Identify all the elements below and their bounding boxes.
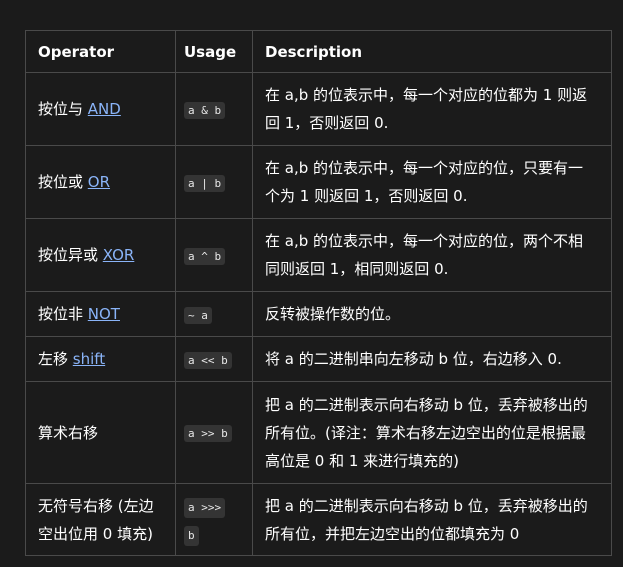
- usage-cell: a & b: [175, 72, 253, 146]
- description-cell: 反转被操作数的位。: [252, 291, 612, 337]
- usage-cell: a >> b: [175, 381, 253, 484]
- operator-name: 左移: [38, 350, 73, 368]
- description-cell: 在 a,b 的位表示中，每一个对应的位，只要有一个为 1 则返回 1，否则返回 …: [252, 145, 612, 219]
- operator-cell: 按位与 AND: [25, 72, 176, 146]
- description-cell: 在 a,b 的位表示中，每一个对应的位，两个不相同则返回 1，相同则返回 0.: [252, 218, 612, 292]
- operators-table-container: Operator Usage Description 按位与 AND a & b…: [25, 30, 612, 556]
- operator-name: 按位与: [38, 100, 88, 118]
- description-cell: 在 a,b 的位表示中，每一个对应的位都为 1 则返回 1，否则返回 0.: [252, 72, 612, 146]
- table-row: 按位与 AND a & b 在 a,b 的位表示中，每一个对应的位都为 1 则返…: [25, 72, 612, 146]
- operator-cell: 算术右移: [25, 381, 176, 484]
- usage-code-line2: b: [184, 525, 199, 546]
- usage-code: a ^ b: [184, 247, 226, 265]
- operator-link-and[interactable]: AND: [88, 100, 121, 118]
- table-row: 按位异或 XOR a ^ b 在 a,b 的位表示中，每一个对应的位，两个不相同…: [25, 218, 612, 292]
- table-row: 左移 shift a << b 将 a 的二进制串向左移动 b 位，右边移入 0…: [25, 336, 612, 382]
- operator-link-shift[interactable]: shift: [73, 350, 105, 368]
- usage-cell: a | b: [175, 145, 253, 219]
- usage-code: a & b: [184, 101, 226, 119]
- usage-code: a | b: [184, 174, 226, 192]
- header-usage: Usage: [175, 30, 253, 73]
- operator-link-not[interactable]: NOT: [88, 305, 120, 323]
- table-row: 无符号右移 (左边空出位用 0 填充) a >>> b 把 a 的二进制表示向右…: [25, 483, 612, 556]
- operator-link-or[interactable]: OR: [88, 173, 110, 191]
- usage-cell: a << b: [175, 336, 253, 382]
- operator-name: 按位异或: [38, 246, 103, 264]
- operator-cell: 无符号右移 (左边空出位用 0 填充): [25, 483, 176, 556]
- operator-name: 按位非: [38, 305, 88, 323]
- description-cell: 把 a 的二进制表示向右移动 b 位，丢弃被移出的所有位。(译注：算术右移左边空…: [252, 381, 612, 484]
- operator-cell: 按位异或 XOR: [25, 218, 176, 292]
- operator-cell: 按位非 NOT: [25, 291, 176, 337]
- operator-cell: 左移 shift: [25, 336, 176, 382]
- usage-code-line1: a >>>: [184, 497, 226, 518]
- bitwise-operators-table: Operator Usage Description 按位与 AND a & b…: [25, 30, 612, 556]
- operator-link-xor[interactable]: XOR: [103, 246, 135, 264]
- usage-cell: ~ a: [175, 291, 253, 337]
- header-description: Description: [252, 30, 612, 73]
- operator-name: 按位或: [38, 173, 88, 191]
- table-row: 按位非 NOT ~ a 反转被操作数的位。: [25, 291, 612, 337]
- table-row: 算术右移 a >> b 把 a 的二进制表示向右移动 b 位，丢弃被移出的所有位…: [25, 381, 612, 484]
- usage-code: ~ a: [184, 306, 212, 324]
- table-header-row: Operator Usage Description: [25, 30, 612, 73]
- description-cell: 把 a 的二进制表示向右移动 b 位，丢弃被移出的所有位，并把左边空出的位都填充…: [252, 483, 612, 556]
- usage-cell: a ^ b: [175, 218, 253, 292]
- description-cell: 将 a 的二进制串向左移动 b 位，右边移入 0.: [252, 336, 612, 382]
- operator-cell: 按位或 OR: [25, 145, 176, 219]
- header-operator: Operator: [25, 30, 176, 73]
- usage-cell: a >>> b: [175, 483, 253, 556]
- usage-code: a >> b: [184, 425, 232, 442]
- usage-code: a << b: [184, 351, 232, 369]
- table-row: 按位或 OR a | b 在 a,b 的位表示中，每一个对应的位，只要有一个为 …: [25, 145, 612, 219]
